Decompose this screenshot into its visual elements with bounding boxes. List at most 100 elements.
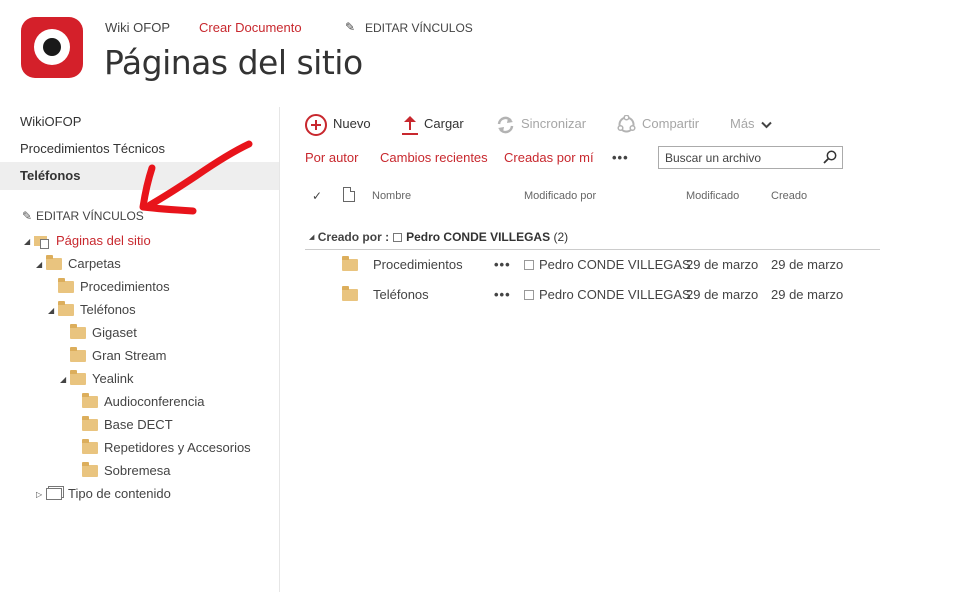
expanded-triangle-icon[interactable]: ◢ (60, 370, 70, 390)
column-header-created[interactable]: Creado (771, 189, 807, 203)
wiki-link[interactable]: Wiki OFOP (105, 20, 170, 35)
tree-label: Carpetas (68, 256, 121, 271)
group-label: Creado por : (317, 230, 390, 244)
modified-by[interactable]: Pedro CONDE VILLEGAS (524, 253, 691, 277)
view-recent-changes[interactable]: Cambios recientes (380, 149, 488, 167)
tree-item-base-dect[interactable]: Base DECT (82, 415, 173, 435)
edit-links-nav[interactable]: ✎ EDITAR VÍNCULOS (22, 209, 144, 223)
item-menu-ellipsis[interactable]: ••• (494, 283, 511, 307)
view-by-author[interactable]: Por autor (305, 149, 358, 167)
tree-item-carpetas[interactable]: ◢ Carpetas (36, 254, 121, 274)
logo-dot (43, 38, 61, 56)
view-created-by-me[interactable]: Creadas por mí (504, 149, 594, 167)
sync-button-label: Sincronizar (521, 116, 587, 131)
edit-links-label: EDITAR VÍNCULOS (36, 209, 144, 223)
more-button-label: Más (730, 116, 755, 131)
tree-label: Yealink (92, 371, 134, 386)
expanded-triangle-icon[interactable]: ◢ (309, 234, 314, 241)
item-name-link[interactable]: Procedimientos (373, 253, 463, 277)
select-all-checkmark[interactable]: ✓ (312, 189, 322, 203)
folder-icon (342, 253, 364, 277)
upload-icon (402, 115, 418, 135)
folder-icon (82, 392, 98, 408)
tree-item-gigaset[interactable]: Gigaset (70, 323, 137, 343)
tree-label: Tipo de contenido (68, 486, 171, 501)
site-logo[interactable] (21, 17, 83, 78)
folder-icon (82, 438, 98, 454)
folder-icon (82, 415, 98, 431)
expanded-triangle-icon[interactable]: ◢ (24, 232, 34, 252)
sync-button[interactable]: Sincronizar (496, 113, 586, 135)
tree-item-sobremesa[interactable]: Sobremesa (82, 461, 170, 481)
folder-icon (342, 283, 364, 307)
modified-by-name: Pedro CONDE VILLEGAS (539, 287, 691, 302)
modified-by-name: Pedro CONDE VILLEGAS (539, 257, 691, 272)
content-type-icon (46, 487, 62, 500)
list-item[interactable]: Teléfonos ••• Pedro CONDE VILLEGAS 29 de… (305, 283, 880, 307)
tree-item-procedimientos[interactable]: Procedimientos (58, 277, 170, 297)
plus-circle-icon (305, 113, 327, 136)
list-item[interactable]: Procedimientos ••• Pedro CONDE VILLEGAS … (305, 253, 880, 277)
collapsed-triangle-icon[interactable]: ▷ (36, 485, 46, 505)
tree-label: Gigaset (92, 325, 137, 340)
folder-icon (46, 254, 62, 270)
edit-links-top[interactable]: EDITAR VÍNCULOS (365, 21, 473, 35)
search-icon[interactable] (823, 150, 837, 164)
quicklaunch-item-telefonos[interactable]: Teléfonos (0, 162, 279, 190)
new-button[interactable]: Nuevo (305, 113, 371, 136)
more-views-ellipsis[interactable]: ••• (612, 149, 629, 167)
site-pages-library-icon (34, 234, 50, 249)
search-box[interactable] (658, 146, 843, 169)
modified-by[interactable]: Pedro CONDE VILLEGAS (524, 283, 691, 307)
column-header-modified-by[interactable]: Modificado por (524, 189, 596, 203)
tree-label: Repetidores y Accesorios (104, 440, 251, 455)
upload-button-label: Cargar (424, 116, 464, 131)
search-input[interactable] (659, 147, 817, 168)
quicklaunch-item-wikiofop[interactable]: WikiOFOP (0, 108, 279, 136)
folder-icon (70, 346, 86, 362)
column-header-name[interactable]: Nombre (372, 189, 411, 203)
created-date: 29 de marzo (771, 287, 844, 302)
quicklaunch-item-procedimientos[interactable]: Procedimientos Técnicos (0, 135, 279, 163)
item-name-link[interactable]: Teléfonos (373, 283, 429, 307)
tree-item-content-type[interactable]: ▷ Tipo de contenido (36, 484, 171, 504)
user-presence-box (524, 259, 534, 270)
tree-item-repetidores[interactable]: Repetidores y Accesorios (82, 438, 251, 458)
upload-button[interactable]: Cargar (402, 113, 464, 135)
tree-item-audioconferencia[interactable]: Audioconferencia (82, 392, 204, 412)
tree-item-yealink[interactable]: ◢ Yealink (60, 369, 133, 389)
group-divider (305, 249, 880, 250)
tree-label: Sobremesa (104, 463, 171, 478)
sync-icon (497, 116, 514, 133)
tree-item-gran-stream[interactable]: Gran Stream (70, 346, 166, 366)
share-button[interactable]: Compartir (617, 113, 699, 135)
expanded-triangle-icon[interactable]: ◢ (36, 255, 46, 275)
document-type-icon (343, 187, 355, 202)
folder-icon (82, 461, 98, 477)
tree-label: Procedimientos (80, 279, 170, 294)
create-document-link[interactable]: Crear Documento (199, 20, 302, 35)
column-header-modified[interactable]: Modificado (686, 189, 739, 203)
group-count: (2) (553, 230, 569, 244)
user-presence-box (393, 233, 403, 243)
tree-item-telefonos[interactable]: ◢ Teléfonos (48, 300, 136, 320)
group-header[interactable]: ◢ Creado por : Pedro CONDE VILLEGAS (2) (309, 228, 568, 246)
folder-icon (70, 323, 86, 339)
folder-icon (58, 277, 74, 293)
more-button[interactable]: Más (730, 113, 772, 135)
share-button-label: Compartir (642, 116, 700, 131)
user-presence-box (524, 289, 534, 300)
modified-date: 29 de marzo (686, 257, 759, 272)
modified-date: 29 de marzo (686, 287, 759, 302)
tree-label: Teléfonos (80, 302, 136, 317)
expanded-triangle-icon[interactable]: ◢ (48, 301, 58, 321)
tree-label: Base DECT (104, 417, 173, 432)
chevron-down-icon (761, 121, 772, 128)
tree-label: Gran Stream (92, 348, 167, 363)
tree-item-site-pages[interactable]: ◢ Páginas del sitio (24, 231, 151, 251)
group-user-name: Pedro CONDE VILLEGAS (406, 230, 551, 244)
pencil-icon: ✎ (345, 20, 356, 34)
folder-icon (70, 369, 86, 385)
tree-label: Páginas del sitio (56, 233, 151, 248)
item-menu-ellipsis[interactable]: ••• (494, 253, 511, 277)
